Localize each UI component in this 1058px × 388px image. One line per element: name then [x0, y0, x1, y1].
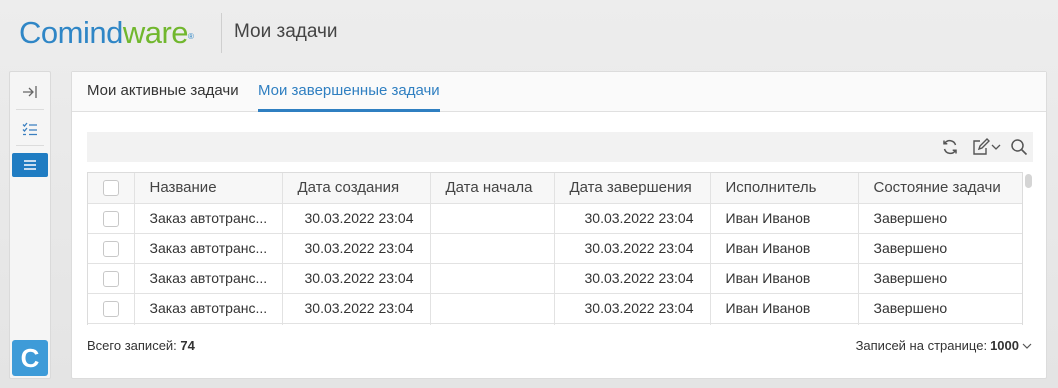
search-button[interactable] — [1008, 136, 1030, 158]
row-checkbox-cell[interactable] — [88, 293, 135, 324]
cell-name — [134, 323, 283, 325]
collapse-icon — [23, 86, 37, 98]
cell-name: Заказ автотранс... — [134, 203, 283, 234]
checklist-icon — [22, 122, 37, 136]
refresh-icon — [943, 139, 957, 155]
row-checkbox[interactable] — [102, 270, 119, 287]
cell-created: 30.03.2022 23:04 — [282, 233, 431, 264]
page-size-label: Записей на странице: — [855, 338, 988, 353]
page-title: Мои задачи — [234, 21, 338, 42]
row-checkbox-cell[interactable] — [88, 233, 135, 264]
cell-name: Заказ автотранс... — [134, 293, 283, 324]
table-row[interactable]: Заказ автотранс... 30.03.2022 23:04 30.0… — [88, 203, 1022, 234]
cell-assignee: Иван Иванов — [710, 293, 859, 324]
cell-end: 30.03.2022 23:04 — [554, 233, 711, 264]
select-all-checkbox[interactable] — [102, 180, 119, 197]
cell-start — [430, 293, 555, 324]
tab-completed-tasks[interactable]: Мои завершенные задачи — [258, 72, 440, 112]
cell-status: Завершено — [858, 233, 1022, 264]
list-icon — [24, 160, 36, 170]
page-size-value: 1000 — [990, 338, 1019, 353]
cell-status: Завершено — [858, 293, 1022, 324]
list-view-button[interactable] — [12, 153, 48, 177]
column-header-assignee[interactable]: Исполнитель — [710, 173, 859, 204]
table-row[interactable] — [88, 323, 1022, 325]
cell-end: 30.03.2022 23:04 — [554, 263, 711, 294]
refresh-button[interactable] — [939, 136, 961, 158]
cell-created: 30.03.2022 23:04 — [282, 263, 431, 294]
tasks-button[interactable] — [12, 117, 48, 141]
total-records-value: 74 — [180, 338, 195, 353]
table-header-row: Название Дата создания Дата начала Дата … — [88, 173, 1022, 204]
table-row[interactable]: Заказ автотранс... 30.03.2022 23:04 30.0… — [88, 233, 1022, 264]
row-checkbox-cell[interactable] — [88, 263, 135, 294]
row-checkbox[interactable] — [102, 240, 119, 257]
cell-end: 30.03.2022 23:04 — [554, 293, 711, 324]
column-header-status[interactable]: Состояние задачи — [858, 173, 1022, 204]
column-header-end[interactable]: Дата завершения — [554, 173, 711, 204]
cell-name: Заказ автотранс... — [134, 263, 283, 294]
tasks-table: Название Дата создания Дата начала Дата … — [88, 173, 1022, 325]
cell-end — [554, 323, 711, 325]
grid-scrollbar[interactable] — [1023, 172, 1033, 325]
table-row[interactable]: Заказ автотранс... 30.03.2022 23:04 30.0… — [88, 293, 1022, 324]
cell-start — [430, 263, 555, 294]
column-header-start[interactable]: Дата начала — [430, 173, 555, 204]
sidebar-divider — [16, 145, 44, 146]
select-all-checkbox-cell[interactable] — [88, 173, 135, 204]
comindware-logo: Comindware® — [19, 15, 194, 50]
cell-assignee: Иван Иванов — [710, 203, 859, 234]
chevron-down-icon — [1022, 343, 1032, 349]
expand-sidebar-button[interactable] — [12, 80, 48, 104]
cell-assignee: Иван Иванов — [710, 263, 859, 294]
chevron-down-icon — [991, 144, 1001, 150]
cell-assignee: Иван Иванов — [710, 233, 859, 264]
column-header-name[interactable]: Название — [134, 173, 283, 204]
total-records: Всего записей: 74 — [87, 338, 195, 353]
main-panel: Мои активные задачи Мои завершенные зада… — [71, 71, 1047, 379]
table-row[interactable]: Заказ автотранс... 30.03.2022 23:04 30.0… — [88, 263, 1022, 294]
edit-icon — [973, 138, 990, 155]
grid-toolbar — [87, 132, 1033, 162]
tasks-grid: Название Дата создания Дата начала Дата … — [87, 172, 1023, 325]
header-divider — [221, 13, 222, 53]
column-header-created[interactable]: Дата создания — [282, 173, 431, 204]
total-records-label: Всего записей: — [87, 338, 177, 353]
cell-name: Заказ автотранс... — [134, 233, 283, 264]
edit-button[interactable] — [969, 136, 1003, 158]
cell-status — [858, 323, 1022, 325]
cell-status: Завершено — [858, 203, 1022, 234]
cell-start — [430, 323, 555, 325]
cell-start — [430, 233, 555, 264]
comindware-badge[interactable]: C — [12, 340, 48, 376]
row-checkbox[interactable] — [102, 300, 119, 317]
left-sidebar: C — [9, 71, 51, 379]
tab-active-tasks[interactable]: Мои активные задачи — [87, 72, 239, 112]
cell-end: 30.03.2022 23:04 — [554, 203, 711, 234]
sidebar-divider — [16, 109, 44, 110]
cell-created — [282, 323, 431, 325]
search-icon — [1011, 139, 1028, 156]
cell-assignee — [710, 323, 859, 325]
cell-status: Завершено — [858, 263, 1022, 294]
row-checkbox-cell[interactable] — [88, 323, 135, 325]
cell-start — [430, 203, 555, 234]
row-checkbox-cell[interactable] — [88, 203, 135, 234]
cell-created: 30.03.2022 23:04 — [282, 203, 431, 234]
page-size-selector[interactable]: Записей на странице: 1000 — [856, 338, 1032, 353]
tab-bar: Мои активные задачи Мои завершенные зада… — [72, 72, 1046, 112]
cell-created: 30.03.2022 23:04 — [282, 293, 431, 324]
row-checkbox[interactable] — [102, 210, 119, 227]
scrollbar-thumb[interactable] — [1025, 174, 1032, 188]
